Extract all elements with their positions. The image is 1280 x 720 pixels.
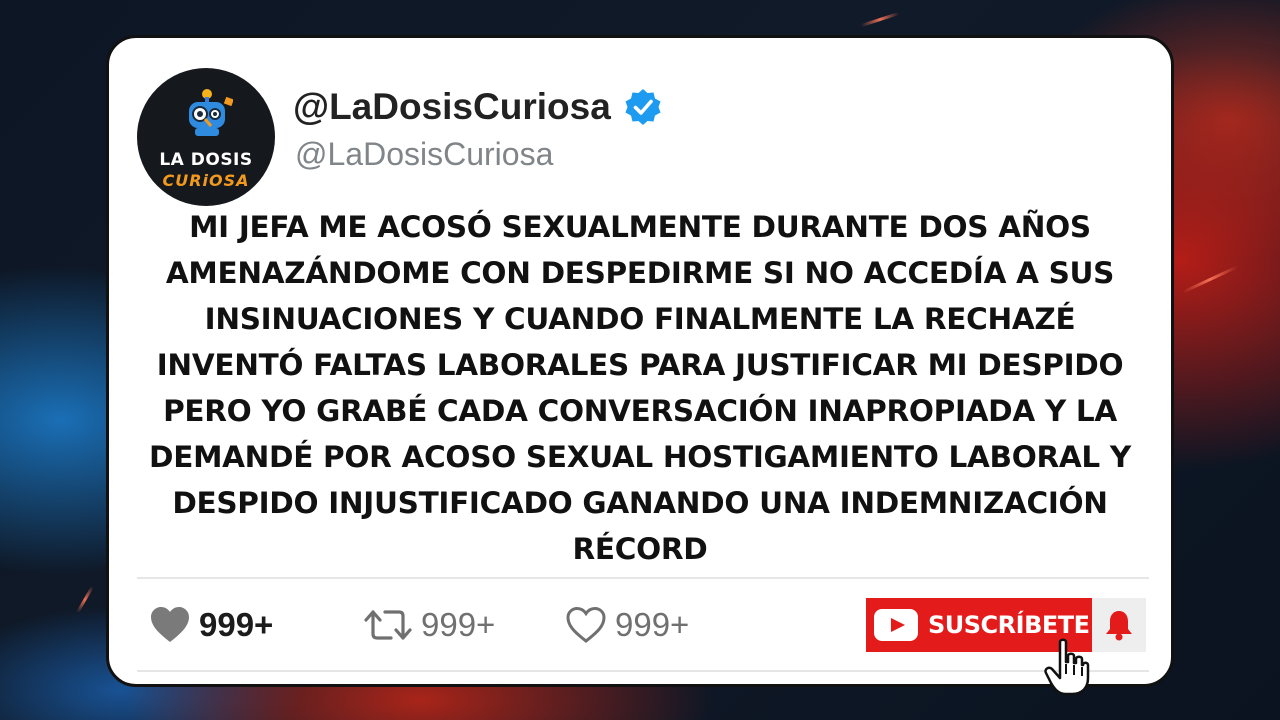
avatar[interactable]: LA DOSIS CURiOSA: [137, 68, 275, 206]
post-text-line: INSINUACIONES Y CUANDO FINALMENTE LA REC…: [204, 302, 1076, 336]
display-name[interactable]: @LaDosisCuriosa: [293, 86, 663, 128]
subscribe-label: SUSCRÍBETE: [928, 611, 1090, 639]
like-button[interactable]: 999+: [149, 606, 273, 644]
like-count: 999+: [199, 606, 274, 643]
avatar-brand-line2: CURiOSA: [162, 171, 250, 190]
heart-outline-icon: [566, 606, 606, 643]
robot-mascot-icon: [189, 89, 233, 136]
post-text-line: DEMANDÉ POR ACOSO SEXUAL HOSTIGAMIENTO L…: [149, 440, 1131, 474]
notification-bell-button[interactable]: [1092, 598, 1146, 652]
divider-top: [137, 577, 1149, 579]
hand-cursor-icon: [1044, 638, 1090, 696]
post-card: LA DOSIS CURiOSA @LaDosisCuriosa @LaDosi…: [106, 35, 1174, 696]
retweet-icon: [364, 610, 412, 640]
retweet-button[interactable]: 999+: [363, 606, 495, 644]
post-text-line: AMENAZÁNDOME CON DESPEDIRME SI NO ACCEDÍ…: [165, 256, 1115, 290]
post-text-line: DESPIDO INJUSTIFICADO GANANDO UNA INDEMN…: [172, 486, 1108, 520]
handle[interactable]: @LaDosisCuriosa: [295, 136, 553, 173]
post-text: MI JEFA ME ACOSÓ SEXUALMENTE DURANTE DOS…: [129, 204, 1151, 572]
verified-badge-icon: [625, 89, 661, 125]
favorite-count: 999+: [615, 606, 690, 643]
youtube-play-icon: [874, 609, 918, 641]
heart-filled-icon: [151, 607, 189, 642]
post-text-line: MI JEFA ME ACOSÓ SEXUALMENTE DURANTE DOS…: [189, 210, 1091, 244]
post-text-line: PERO YO GRABÉ CADA CONVERSACIÓN INAPROPI…: [163, 394, 1117, 428]
favorite-button[interactable]: 999+: [565, 606, 689, 644]
display-name-text[interactable]: @LaDosisCuriosa: [293, 86, 611, 128]
divider-bottom: [137, 670, 1149, 672]
avatar-brand-line1: LA DOSIS: [159, 150, 253, 170]
post-text-line: INVENTÓ FALTAS LABORALES PARA JUSTIFICAR…: [156, 348, 1124, 382]
post-text-line: RÉCORD: [572, 532, 708, 566]
bell-icon: [1106, 611, 1132, 641]
retweet-count: 999+: [421, 606, 496, 643]
